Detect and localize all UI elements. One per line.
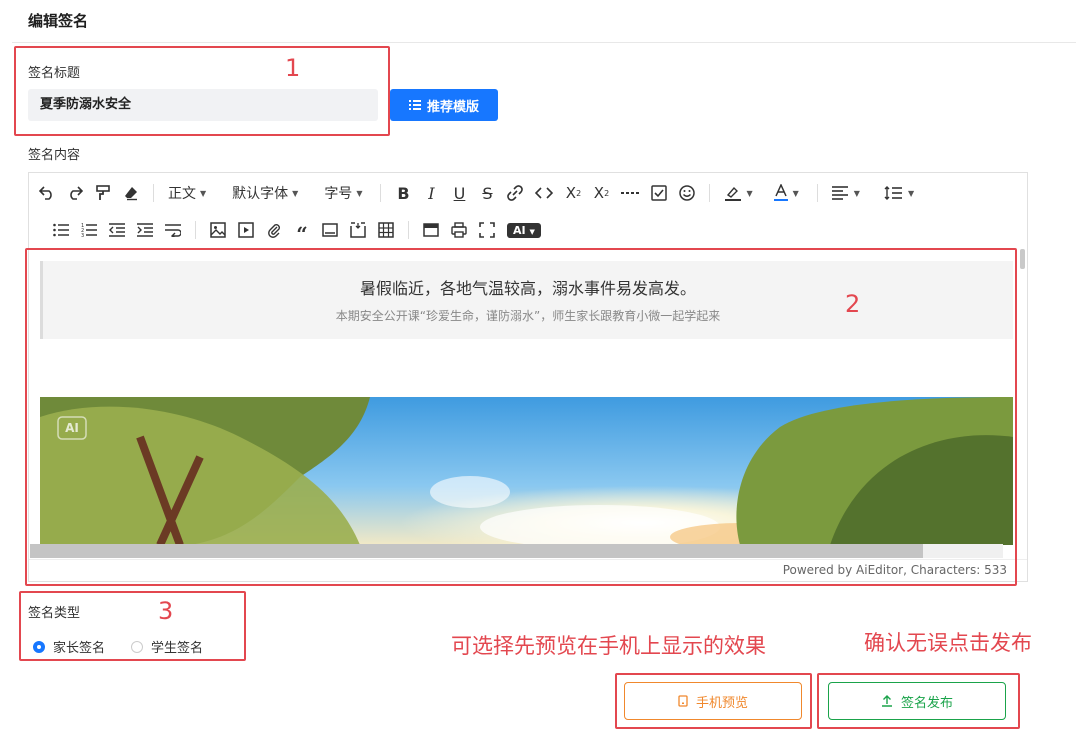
undo-icon[interactable]	[35, 181, 59, 205]
phone-icon	[678, 695, 688, 707]
signature-type-label: 签名类型	[28, 606, 81, 621]
fullscreen-icon[interactable]	[475, 218, 499, 242]
heading-select[interactable]: 正文 ▼	[164, 181, 210, 205]
outdent-icon[interactable]	[105, 218, 129, 242]
task-list-icon[interactable]	[647, 181, 671, 205]
format-painter-icon[interactable]	[91, 181, 115, 205]
upload-icon	[881, 695, 892, 707]
chevron-down-icon: ▼	[853, 188, 860, 198]
annotation-box-2	[25, 248, 1017, 586]
table-icon[interactable]	[374, 218, 398, 242]
mobile-preview-label: 手机预览	[695, 695, 748, 711]
link-icon[interactable]	[503, 181, 527, 205]
line-height-icon[interactable]: ▼	[880, 181, 918, 205]
container-icon[interactable]	[346, 218, 370, 242]
chevron-down-icon: ▼	[792, 188, 799, 198]
video-icon[interactable]	[234, 218, 258, 242]
signature-title-input[interactable]: 夏季防溺水安全	[28, 89, 378, 121]
editor-toolbar-row-1: 正文 ▼ 默认字体 ▼ 字号 ▼ B I U S X2 X2 ▼ ▼ ▼ ▼	[33, 175, 920, 211]
chevron-down-icon: ▼	[292, 188, 299, 198]
bullet-list-icon[interactable]	[49, 218, 73, 242]
redo-icon[interactable]	[63, 181, 87, 205]
signature-type-options: 家长签名 学生签名	[33, 637, 203, 656]
print-icon[interactable]	[447, 218, 471, 242]
radio-parent-label: 家长签名	[53, 641, 106, 656]
list-icon	[408, 100, 421, 110]
signature-title-label: 签名标题	[28, 66, 81, 81]
font-size-select[interactable]: 字号 ▼	[320, 181, 366, 205]
strikethrough-icon[interactable]: S	[475, 181, 499, 205]
annotation-number-2: 2	[845, 290, 861, 318]
signature-content-label: 签名内容	[28, 148, 81, 163]
radio-parent[interactable]: 家长签名	[33, 637, 105, 656]
publish-signature-label: 签名发布	[900, 695, 953, 711]
svg-text:3: 3	[81, 233, 84, 237]
ai-menu-button[interactable]: AI ▼	[503, 218, 545, 242]
publish-hint: 确认无误点击发布	[864, 631, 1032, 655]
chevron-down-icon: ▼	[356, 188, 363, 198]
ordered-list-icon[interactable]: 123	[77, 218, 101, 242]
bold-icon[interactable]: B	[391, 181, 415, 205]
underline-icon[interactable]: U	[447, 181, 471, 205]
mobile-preview-button[interactable]: 手机预览	[624, 682, 802, 720]
font-color-icon[interactable]: ▼	[769, 181, 803, 205]
subscript-icon[interactable]: X2	[561, 181, 585, 205]
vertical-scrollbar[interactable]	[1020, 249, 1025, 269]
attachment-icon[interactable]	[262, 218, 286, 242]
eraser-icon[interactable]	[119, 181, 143, 205]
font-family-select[interactable]: 默认字体 ▼	[228, 181, 302, 205]
italic-icon[interactable]: I	[419, 181, 443, 205]
annotation-number-1: 1	[285, 54, 301, 82]
indent-icon[interactable]	[133, 218, 157, 242]
quote-icon[interactable]: “	[290, 218, 314, 246]
header-divider	[12, 42, 1076, 43]
line-break-icon[interactable]	[161, 218, 185, 242]
highlight-icon[interactable]: ▼	[720, 181, 756, 205]
page-title: 编辑签名	[28, 12, 89, 30]
superscript-icon[interactable]: X2	[589, 181, 613, 205]
recommended-template-label: 推荐模版	[426, 99, 479, 115]
emoji-icon[interactable]	[675, 181, 699, 205]
chevron-down-icon: ▼	[529, 227, 535, 236]
publish-signature-button[interactable]: 签名发布	[828, 682, 1006, 720]
chevron-down-icon: ▼	[200, 188, 207, 198]
annotation-number-3: 3	[158, 597, 174, 625]
preview-hint: 可选择先预览在手机上显示的效果	[451, 634, 766, 658]
radio-student-button[interactable]	[131, 640, 144, 653]
image-icon[interactable]	[206, 218, 230, 242]
chevron-down-icon: ▼	[907, 188, 915, 198]
chevron-down-icon: ▼	[746, 188, 753, 198]
source-code-icon[interactable]	[419, 218, 443, 242]
horizontal-rule-icon[interactable]	[617, 181, 643, 205]
align-icon[interactable]: ▼	[828, 181, 864, 205]
recommended-template-button[interactable]: 推荐模版	[390, 89, 498, 121]
code-icon[interactable]	[531, 181, 557, 205]
code-block-icon[interactable]	[318, 218, 342, 242]
radio-student[interactable]: 学生签名	[131, 637, 203, 656]
radio-student-label: 学生签名	[151, 641, 204, 656]
radio-parent-button[interactable]	[33, 640, 45, 653]
editor-toolbar-row-2: 123 “ AI ▼	[47, 212, 547, 248]
